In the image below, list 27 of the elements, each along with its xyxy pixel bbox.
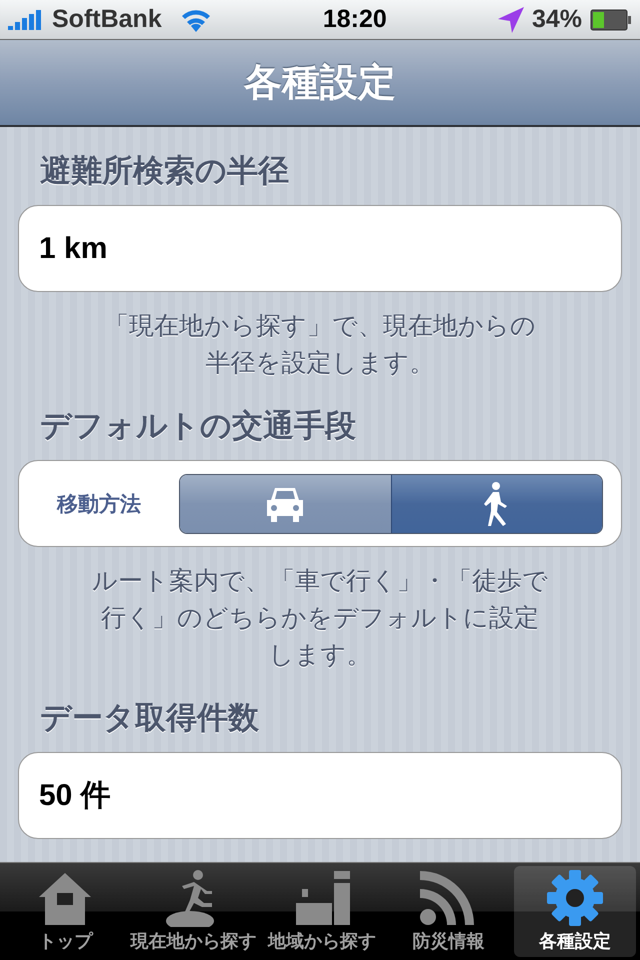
setting-label: 移動方法 [56, 492, 142, 518]
signal-icon [8, 10, 44, 30]
tab-item[interactable]: 防災情報 [387, 866, 510, 957]
setting-note: 半径を設定します。 [206, 348, 434, 379]
screen-title: 各種設定 [244, 61, 396, 106]
carrier-name: SoftBank [52, 5, 162, 34]
section-heading: データ取得件数 [40, 699, 260, 737]
wifi-icon [180, 8, 212, 32]
car-segment[interactable] [180, 474, 390, 532]
location-arrow-icon [498, 6, 524, 32]
tab-item[interactable]: 現在地から探す [130, 866, 256, 957]
value-field[interactable]: 1 km [18, 205, 622, 292]
setting-note: 「現在地から探す」で、現在地からの [104, 311, 536, 342]
clock-time: 18:20 [322, 5, 387, 34]
setting-note: ルート案内で、「車で行く」・「徒歩で [92, 566, 548, 597]
setting-note: 行く」のどちらかをデフォルトに設定 [101, 603, 539, 634]
tab-item[interactable]: 地域から探す [260, 866, 383, 957]
tab-item[interactable]: トップ [4, 866, 126, 957]
value-field[interactable]: 50 件 [18, 752, 622, 839]
tab-item[interactable]: 各種設定 [514, 866, 636, 957]
walk-segment[interactable] [390, 474, 602, 532]
battery-icon [590, 8, 632, 30]
settings-icon [544, 869, 605, 927]
section-heading: デフォルトの交通手段 [40, 407, 357, 445]
section-heading: 避難所検索の半径 [40, 152, 290, 190]
setting-note: します。 [268, 640, 372, 671]
battery-percent: 34% [532, 5, 582, 34]
